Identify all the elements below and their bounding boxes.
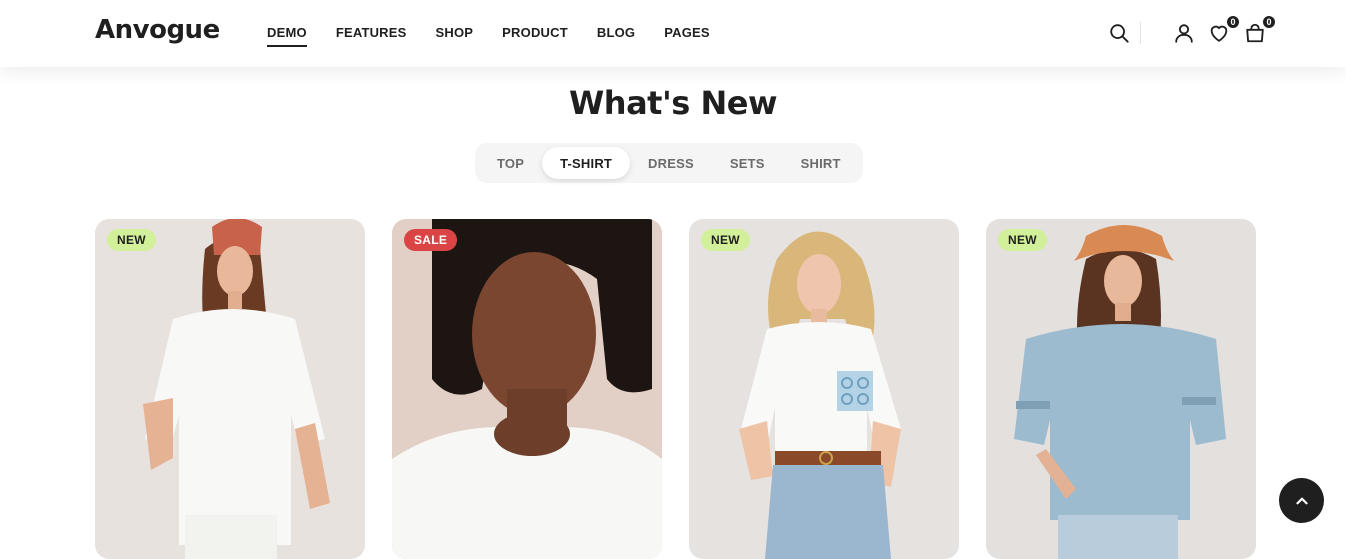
product-image <box>689 219 959 559</box>
new-badge: NEW <box>998 229 1047 251</box>
product-card[interactable]: NEW <box>689 219 959 559</box>
tab-t-shirt[interactable]: T-SHIRT <box>542 147 631 179</box>
product-image <box>392 219 662 559</box>
tab-sets[interactable]: SETS <box>712 147 783 179</box>
search-icon[interactable] <box>1108 22 1132 46</box>
section-title: What's New <box>569 84 778 122</box>
product-card[interactable]: NEW <box>95 219 365 559</box>
nav-item-shop[interactable]: SHOP <box>436 25 474 47</box>
cart-count-badge: 0 <box>1262 15 1276 29</box>
wishlist-button[interactable]: 0 <box>1208 15 1240 46</box>
new-badge: NEW <box>701 229 750 251</box>
nav-item-features[interactable]: FEATURES <box>336 25 407 47</box>
main-nav: DEMO FEATURES SHOP PRODUCT BLOG PAGES <box>267 25 739 47</box>
tab-dress[interactable]: DRESS <box>630 147 712 179</box>
nav-item-blog[interactable]: BLOG <box>597 25 635 47</box>
nav-item-product[interactable]: PRODUCT <box>502 25 568 47</box>
new-badge: NEW <box>107 229 156 251</box>
product-card[interactable]: NEW <box>986 219 1256 559</box>
header-divider <box>1140 22 1141 44</box>
back-to-top-button[interactable] <box>1279 478 1324 523</box>
wishlist-count-badge: 0 <box>1226 15 1240 29</box>
sale-badge: SALE <box>404 229 458 251</box>
header-actions: 0 0 <box>1098 15 1276 50</box>
product-image <box>986 219 1256 559</box>
tab-top[interactable]: TOP <box>479 147 542 179</box>
nav-item-pages[interactable]: PAGES <box>664 25 710 47</box>
cart-button[interactable]: 0 <box>1244 15 1276 46</box>
category-tabs: TOP T-SHIRT DRESS SETS SHIRT <box>475 143 863 183</box>
nav-item-demo[interactable]: DEMO <box>267 25 307 47</box>
product-image <box>95 219 365 559</box>
product-card[interactable]: SALE <box>392 219 662 559</box>
user-icon[interactable] <box>1173 22 1197 46</box>
logo[interactable]: Anvogue <box>95 15 220 45</box>
tab-shirt[interactable]: SHIRT <box>783 147 859 179</box>
site-header: Anvogue DEMO FEATURES SHOP PRODUCT BLOG … <box>0 0 1346 67</box>
chevron-up-icon <box>1295 497 1308 504</box>
